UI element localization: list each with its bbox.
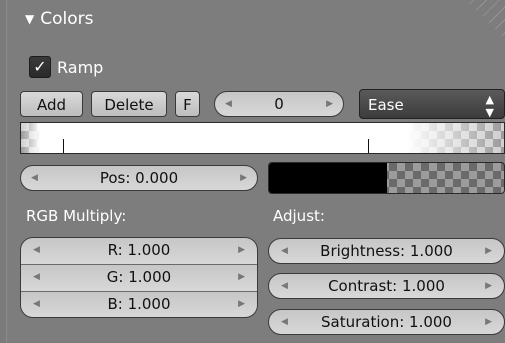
contrast-field[interactable]: ◀ Contrast: 1.000 ▶ bbox=[268, 273, 505, 299]
increment-arrow-icon[interactable]: ▶ bbox=[485, 239, 492, 263]
r-multiply-field[interactable]: ◀ R: 1.000 ▶ bbox=[21, 238, 257, 265]
delete-button[interactable]: Delete bbox=[91, 91, 167, 117]
ramp-checkbox[interactable]: ✓ bbox=[29, 56, 51, 78]
g-multiply-field[interactable]: ◀ G: 1.000 ▶ bbox=[21, 265, 257, 292]
increment-arrow-icon[interactable]: ▶ bbox=[238, 265, 245, 290]
flip-button[interactable]: F bbox=[175, 91, 200, 117]
rgb-multiply-group: ◀ R: 1.000 ▶ ◀ G: 1.000 ▶ ◀ B: 1.000 ▶ bbox=[20, 237, 258, 318]
increment-arrow-icon[interactable]: ▶ bbox=[240, 166, 247, 190]
r-multiply-value: R: 1.000 bbox=[107, 241, 171, 259]
decrement-arrow-icon[interactable]: ◀ bbox=[31, 166, 38, 190]
color-stop-marker[interactable] bbox=[368, 139, 369, 153]
brightness-field[interactable]: ◀ Brightness: 1.000 ▶ bbox=[268, 238, 505, 264]
ramp-label: Ramp bbox=[57, 57, 104, 77]
position-value: Pos: 0.000 bbox=[99, 169, 179, 187]
b-multiply-field[interactable]: ◀ B: 1.000 ▶ bbox=[21, 292, 257, 317]
saturation-value: Saturation: 1.000 bbox=[321, 313, 452, 331]
color-swatch-solid bbox=[269, 163, 387, 193]
rgb-multiply-heading: RGB Multiply: bbox=[26, 207, 127, 225]
interpolation-select[interactable]: Ease ▲ ▼ bbox=[359, 89, 505, 119]
decrement-arrow-icon[interactable]: ◀ bbox=[33, 292, 40, 317]
decrement-arrow-icon[interactable]: ◀ bbox=[281, 274, 288, 298]
updown-arrows-icon: ▲ ▼ bbox=[485, 93, 494, 119]
contrast-value: Contrast: 1.000 bbox=[328, 277, 445, 295]
collapse-triangle-icon[interactable]: ▼ bbox=[25, 12, 34, 26]
b-multiply-value: B: 1.000 bbox=[107, 295, 171, 313]
color-stop-marker[interactable] bbox=[63, 139, 64, 153]
increment-arrow-icon[interactable]: ▶ bbox=[326, 92, 333, 116]
brightness-value: Brightness: 1.000 bbox=[320, 242, 453, 260]
color-stop-index-field[interactable]: ◀ 0 ▶ bbox=[214, 91, 344, 117]
position-field[interactable]: ◀ Pos: 0.000 ▶ bbox=[20, 165, 258, 191]
color-stop-index-value: 0 bbox=[274, 95, 284, 113]
add-button[interactable]: Add bbox=[20, 91, 83, 117]
g-multiply-value: G: 1.000 bbox=[106, 268, 172, 286]
saturation-field[interactable]: ◀ Saturation: 1.000 ▶ bbox=[268, 309, 505, 335]
adjust-heading: Adjust: bbox=[273, 207, 325, 225]
color-swatch[interactable] bbox=[268, 162, 505, 194]
panel-title: Colors bbox=[40, 9, 94, 29]
interpolation-value: Ease bbox=[368, 96, 404, 114]
decrement-arrow-icon[interactable]: ◀ bbox=[225, 92, 232, 116]
increment-arrow-icon[interactable]: ▶ bbox=[485, 274, 492, 298]
increment-arrow-icon[interactable]: ▶ bbox=[238, 238, 245, 263]
resize-grip[interactable] bbox=[466, 0, 505, 40]
color-ramp-bar[interactable] bbox=[20, 122, 505, 154]
decrement-arrow-icon[interactable]: ◀ bbox=[281, 239, 288, 263]
ramp-toggle[interactable]: ✓ Ramp bbox=[29, 56, 103, 78]
decrement-arrow-icon[interactable]: ◀ bbox=[33, 238, 40, 263]
increment-arrow-icon[interactable]: ▶ bbox=[238, 292, 245, 317]
decrement-arrow-icon[interactable]: ◀ bbox=[33, 265, 40, 290]
panel-header[interactable]: ▼ Colors bbox=[25, 9, 93, 29]
decrement-arrow-icon[interactable]: ◀ bbox=[281, 310, 288, 334]
increment-arrow-icon[interactable]: ▶ bbox=[485, 310, 492, 334]
